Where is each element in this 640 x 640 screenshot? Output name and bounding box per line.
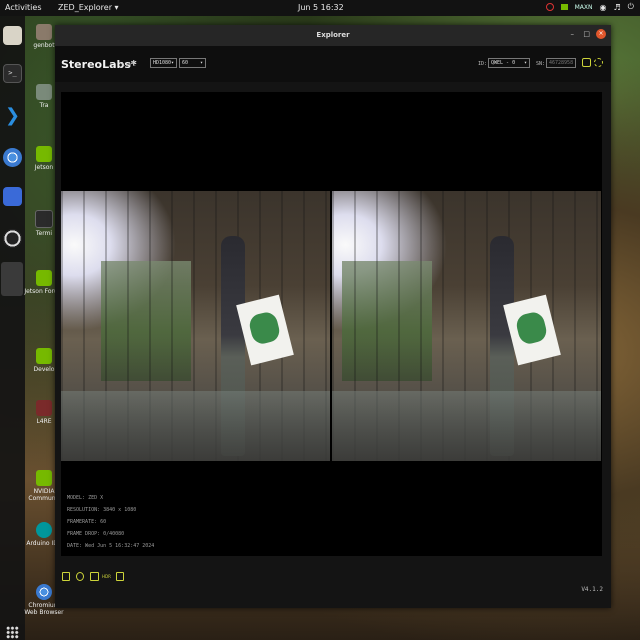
floor (61, 391, 330, 461)
record-indicator-icon[interactable] (545, 3, 554, 11)
window-titlebar[interactable]: Explorer – □ × (55, 25, 611, 46)
chromium-shortcut-icon (36, 584, 52, 600)
bottom-toolbar: HDR V4.1.2 (55, 558, 611, 608)
volume-icon[interactable]: ♬ (614, 3, 621, 12)
window-title: Explorer (316, 31, 350, 39)
meta-resolution: RESOLUTION: 3840 x 1080 (67, 507, 137, 513)
fps-select[interactable]: 60 ▾ (179, 58, 206, 68)
folder-icon[interactable] (62, 572, 70, 581)
nvidia-forum-icon (36, 270, 52, 286)
nvidia-community-icon (36, 470, 52, 486)
system-tray[interactable]: MAXN ◉ ♬ ⏻ (545, 2, 634, 12)
video-viewer[interactable]: MODEL: ZED X RESOLUTION: 3840 x 1080 FRA… (61, 92, 602, 556)
l4re-icon (36, 400, 52, 416)
meta-frame-drop: FRAME DROP: 0/40080 (67, 531, 125, 537)
record-icon[interactable] (90, 572, 99, 581)
zed-explorer-icon[interactable] (1, 262, 23, 296)
trash-icon (36, 84, 52, 100)
screenshot-icon[interactable] (3, 187, 22, 206)
arduino-icon (36, 522, 52, 538)
nvidia-developer-icon (36, 348, 52, 364)
minimize-button[interactable]: – (571, 30, 575, 38)
chevron-down-icon: ▾ (523, 60, 527, 66)
sn-label: SN: (536, 61, 546, 67)
stream-icon[interactable] (76, 572, 84, 581)
nvidia-logo-icon (36, 146, 52, 162)
chromium-icon[interactable] (3, 148, 22, 167)
hdr-icon[interactable]: HDR (102, 574, 111, 579)
top-bar: Activities ZED_Explorer ▾ Jun 5 16:32 MA… (0, 0, 640, 16)
chevron-down-icon: ▾ (199, 60, 203, 66)
meta-model: MODEL: ZED X (67, 495, 104, 501)
maximize-button[interactable]: □ (583, 30, 590, 38)
serial-number-field: 46728958 (546, 58, 576, 68)
floor (332, 391, 601, 461)
resolution-select[interactable]: HD1080 ▾ (150, 58, 177, 68)
terminal-icon[interactable]: >_ (3, 64, 22, 83)
device-icon[interactable] (582, 58, 591, 67)
files-icon[interactable] (3, 26, 22, 45)
explorer-window: Explorer – □ × StereoLabs* LIVE HD1080 ▾ … (55, 25, 611, 608)
vscode-icon[interactable]: ❯ (3, 106, 22, 125)
home-folder-icon (36, 24, 52, 40)
terminal-shortcut-icon (35, 210, 53, 228)
meta-date: DATE: Wed Jun 5 16:32:47 2024 (67, 543, 155, 549)
network-icon[interactable]: ◉ (600, 3, 607, 12)
camera-id-select[interactable]: QWEL - 0 ▾ (488, 58, 530, 68)
meta-framerate: FRAMERATE: 60 (67, 519, 107, 525)
gear-icon[interactable] (594, 58, 603, 67)
version-label: V4.1.2 (581, 586, 603, 593)
close-button[interactable]: × (596, 29, 606, 39)
app-header: StereoLabs* LIVE HD1080 ▾ 60 ▾ ID: QWEL - … (55, 46, 611, 82)
id-label: ID: (478, 61, 488, 67)
live-badge: LIVE (122, 62, 137, 68)
clock[interactable]: Jun 5 16:32 (298, 3, 358, 12)
right-camera-feed (332, 191, 601, 461)
left-camera-feed (61, 191, 330, 461)
obs-icon[interactable] (3, 229, 22, 248)
chevron-down-icon: ▾ (170, 60, 174, 66)
camera-icon[interactable] (116, 572, 124, 581)
app-menu[interactable]: ZED_Explorer ▾ (58, 3, 119, 12)
power-mode-label[interactable]: MAXN (575, 4, 593, 11)
activities-button[interactable]: Activities (5, 3, 42, 12)
power-icon[interactable]: ⏻ (628, 2, 634, 12)
dock: >_ ❯ (0, 16, 25, 640)
nvidia-icon[interactable] (560, 4, 568, 10)
show-apps-icon[interactable] (6, 626, 19, 639)
